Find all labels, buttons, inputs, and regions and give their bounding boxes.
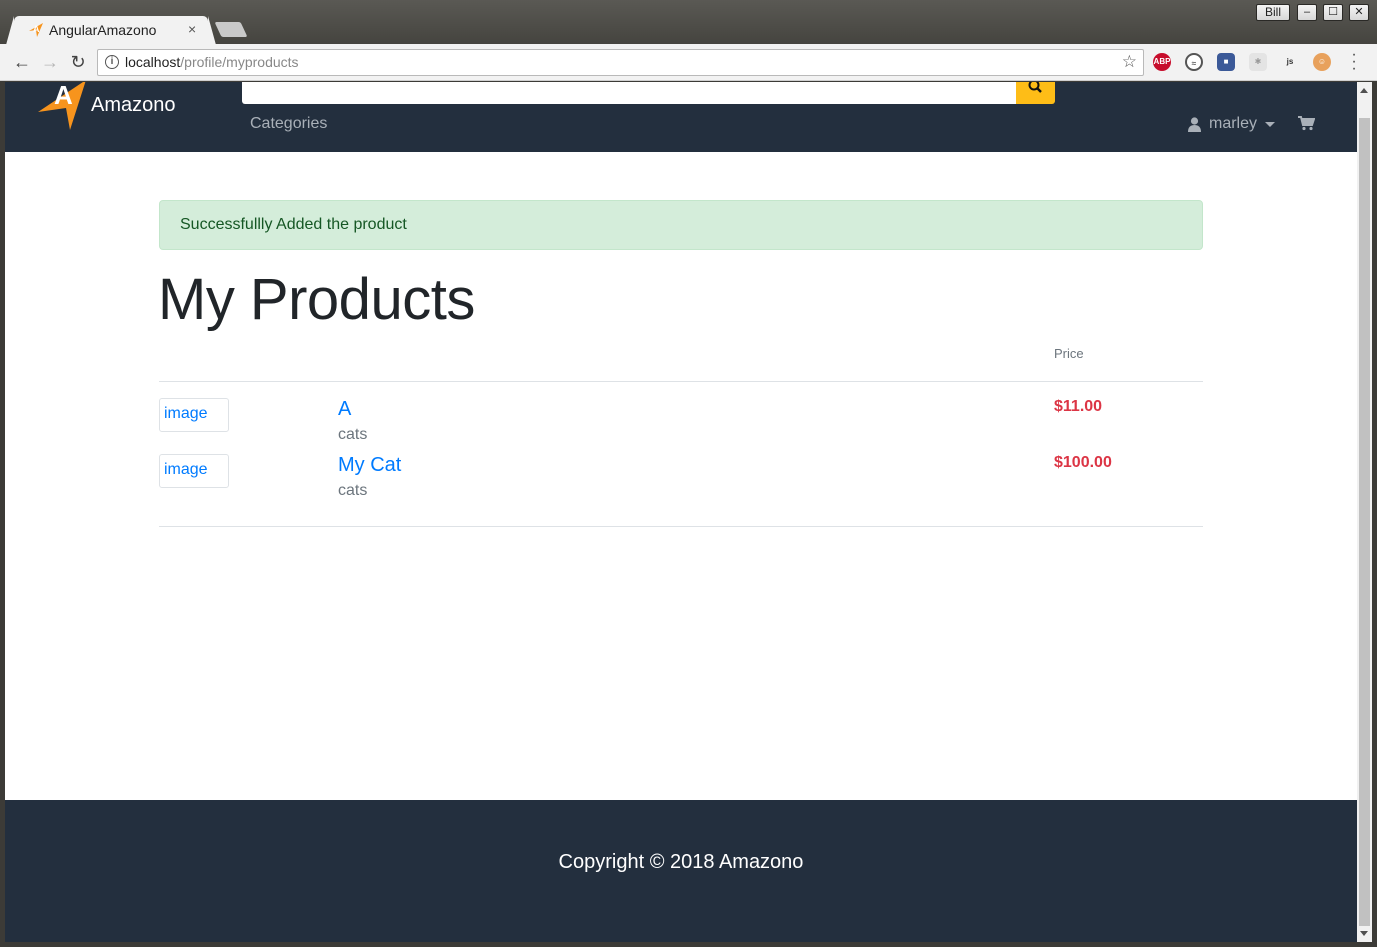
profile-button[interactable]: Bill [1256, 4, 1290, 21]
alert-message: Successfullly Added the product [180, 216, 407, 233]
user-icon [1188, 117, 1201, 132]
product-category: cats [338, 482, 368, 499]
url-text[interactable]: localhost/profile/myproducts [125, 54, 299, 70]
browser-toolbar: ← → ↻ i localhost/profile/myproducts ☆ A… [0, 44, 1377, 81]
forward-arrow-icon[interactable]: → [40, 52, 60, 72]
product-image[interactable]: image [159, 454, 229, 488]
tab-close-icon[interactable]: × [188, 21, 196, 37]
price-column-header: Price [1054, 346, 1084, 361]
minimize-button[interactable]: – [1297, 4, 1317, 21]
table-header-divider [159, 381, 1203, 382]
brand-name[interactable]: Amazono [91, 94, 176, 117]
svg-text:A: A [33, 24, 40, 34]
react-devtools-icon[interactable]: ✱ [1249, 53, 1267, 71]
window-border-right [1372, 82, 1377, 947]
js-icon[interactable]: js [1281, 53, 1299, 71]
adblock-plus-icon[interactable]: ABP [1153, 53, 1171, 71]
page-title: My Products [158, 267, 475, 332]
product-price: $11.00 [1054, 398, 1103, 415]
success-alert: Successfullly Added the product [159, 200, 1203, 250]
window-titlebar: Bill – ☐ ✕ A AngularAmazono × [0, 0, 1377, 45]
search-icon [1028, 82, 1042, 93]
cart-icon[interactable] [1298, 116, 1315, 131]
window-border-bottom [0, 942, 1377, 947]
product-row: image My Cat cats $100.00 [159, 454, 1203, 504]
reload-icon[interactable]: ↻ [68, 52, 88, 72]
browser-tab[interactable]: A AngularAmazono × [6, 16, 216, 45]
vertical-scrollbar[interactable] [1357, 82, 1372, 942]
product-row: image A cats $11.00 [159, 398, 1203, 448]
page-viewport: A Amazono Categories marley Successfulll… [5, 82, 1357, 942]
info-icon[interactable]: i [105, 55, 119, 69]
site-footer: Copyright © 2018 Amazono [5, 800, 1357, 942]
search-input[interactable] [242, 82, 1016, 104]
product-category: cats [338, 426, 368, 443]
product-name-link[interactable]: My Cat [338, 454, 401, 477]
color-picker-icon[interactable]: ■ [1217, 53, 1235, 71]
scroll-thumb[interactable] [1359, 118, 1370, 926]
sync-icon[interactable]: ≈ [1185, 53, 1203, 71]
product-name-link[interactable]: A [338, 398, 351, 421]
back-arrow-icon[interactable]: ← [12, 52, 32, 72]
close-window-button[interactable]: ✕ [1349, 4, 1369, 21]
new-tab-button[interactable] [214, 22, 248, 37]
maximize-button[interactable]: ☐ [1323, 4, 1343, 21]
url-path: /profile/myproducts [180, 54, 299, 70]
product-image[interactable]: image [159, 398, 229, 432]
search-button[interactable] [1016, 82, 1055, 104]
product-price: $100.00 [1054, 454, 1112, 471]
categories-link[interactable]: Categories [250, 115, 327, 133]
amazono-logo-icon[interactable]: A [38, 82, 86, 134]
copyright-text: Copyright © 2018 Amazono [558, 851, 804, 873]
url-host: localhost [125, 54, 181, 70]
tab-title: AngularAmazono [49, 22, 157, 38]
svg-text:A: A [54, 82, 73, 110]
amazono-favicon-icon: A [29, 23, 43, 37]
site-navbar: A Amazono Categories marley [5, 82, 1357, 152]
tampermonkey-icon[interactable]: ☺ [1313, 53, 1331, 71]
address-bar[interactable]: i localhost/profile/myproducts ☆ [97, 49, 1144, 76]
bookmark-star-icon[interactable]: ☆ [1122, 52, 1137, 72]
table-bottom-divider [159, 526, 1203, 527]
username-label: marley [1209, 115, 1258, 132]
scroll-up-arrow-icon[interactable] [1360, 88, 1368, 93]
browser-menu-icon[interactable]: · · · [1348, 47, 1360, 77]
chevron-down-icon [1265, 122, 1275, 127]
scroll-down-arrow-icon[interactable] [1360, 931, 1368, 936]
